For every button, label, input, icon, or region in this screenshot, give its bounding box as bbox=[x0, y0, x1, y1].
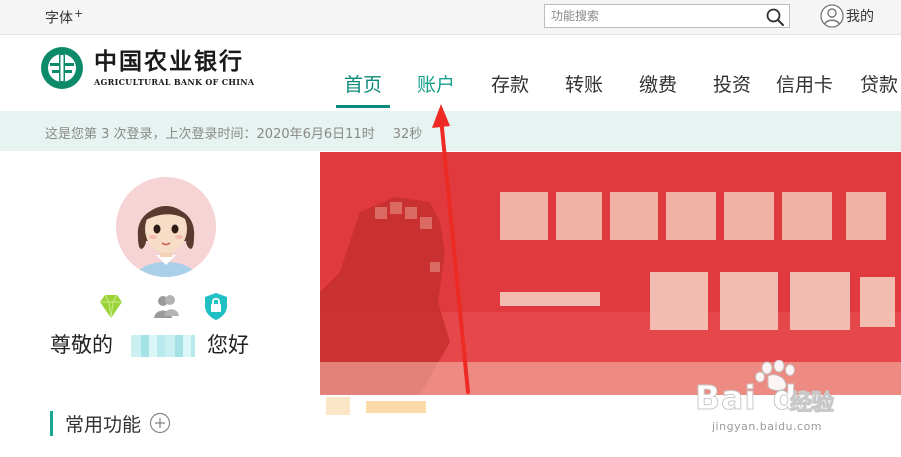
diamond-icon[interactable] bbox=[95, 290, 127, 322]
banner-graphic bbox=[320, 152, 901, 395]
nav-transfer[interactable]: 转账 bbox=[565, 70, 603, 97]
bank-logo[interactable]: 中国农业银行 AGRICULTURAL BANK OF CHINA bbox=[40, 46, 254, 90]
my-label: 我的 bbox=[846, 9, 874, 25]
font-size-toggle[interactable]: 字体+ bbox=[45, 7, 83, 28]
avatar[interactable] bbox=[116, 177, 216, 277]
watermark-brand-bai: Bai bbox=[695, 378, 757, 418]
watermark-url: jingyan.baidu.com bbox=[712, 420, 823, 433]
watermark-cn: 经验 bbox=[789, 391, 835, 417]
my-account-link[interactable]: 我的 bbox=[820, 3, 874, 29]
promo-banner[interactable] bbox=[320, 152, 901, 395]
nav-loan[interactable]: 贷款 bbox=[860, 70, 898, 97]
banner-caption-blur bbox=[326, 397, 350, 415]
user-icon bbox=[820, 4, 844, 28]
nav-deposit[interactable]: 存款 bbox=[491, 70, 529, 97]
search-input[interactable] bbox=[545, 5, 756, 27]
abc-logo-icon bbox=[41, 47, 83, 89]
group-icon[interactable] bbox=[150, 290, 182, 322]
search-icon[interactable] bbox=[765, 7, 785, 27]
bank-name-en: AGRICULTURAL BANK OF CHINA bbox=[94, 77, 255, 87]
login-info-text: 这是您第 3 次登录，上次登录时间：2020年6月6日11时 32秒 bbox=[45, 123, 422, 142]
font-plus-sign: + bbox=[74, 7, 84, 20]
add-function-icon[interactable] bbox=[149, 412, 171, 434]
nav-home[interactable]: 首页 bbox=[335, 70, 391, 108]
nav-credit-card[interactable]: 信用卡 bbox=[776, 70, 833, 97]
greeting-suffix: 您好 bbox=[207, 333, 249, 357]
login-info-main: 这是您第 3 次登录，上次登录时间：2020年6月6日11时 bbox=[45, 127, 375, 142]
banner-caption-blur-2 bbox=[366, 401, 426, 413]
nav-investment[interactable]: 投资 bbox=[713, 70, 751, 97]
logo-text: 中国农业银行 AGRICULTURAL BANK OF CHINA bbox=[94, 48, 255, 88]
search-box bbox=[544, 4, 790, 28]
nav-payment[interactable]: 缴费 bbox=[639, 70, 677, 97]
avatar-icon bbox=[116, 177, 216, 277]
nav-account[interactable]: 账户 bbox=[417, 70, 455, 97]
common-functions-title: 常用功能 bbox=[65, 413, 142, 436]
user-name-masked bbox=[131, 335, 195, 357]
greeting-prefix: 尊敬的 bbox=[50, 333, 113, 357]
login-info-bar: 这是您第 3 次登录，上次登录时间：2020年6月6日11时 32秒 bbox=[0, 111, 901, 151]
bank-name-cn: 中国农业银行 bbox=[94, 48, 244, 75]
login-info-tail: 32秒 bbox=[392, 127, 423, 142]
common-functions-header: 常用功能 bbox=[50, 409, 171, 437]
lock-shield-icon[interactable] bbox=[200, 290, 232, 322]
font-size-label: 字体 bbox=[45, 10, 73, 27]
greeting: 尊敬的 您好 bbox=[50, 329, 249, 359]
section-accent-bar bbox=[50, 410, 53, 436]
top-bar: 字体+ 我的 bbox=[0, 0, 901, 35]
